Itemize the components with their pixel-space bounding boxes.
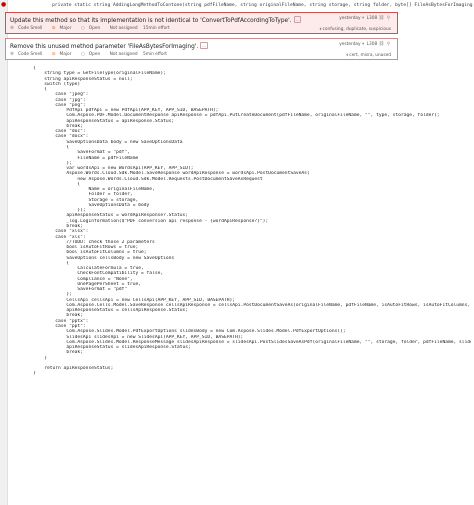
issue-tags[interactable]: ⬧cert, misra, unused	[346, 52, 391, 58]
filter-icon[interactable]: ⚲	[387, 16, 390, 21]
issue-more-tag[interactable]: ...	[200, 42, 209, 49]
code-viewer: { string type = GetFileType(originalFile…	[11, 66, 471, 377]
issue-meta-right: yesterday ▾ L308 ⛓ ⚲	[339, 16, 391, 21]
editor-gutter: ●	[0, 0, 8, 505]
issue-tags[interactable]: ⬧confusing, duplicate, suspicious	[320, 26, 392, 32]
issue-status[interactable]: ○ Open	[81, 52, 104, 57]
link-icon[interactable]: ⛓	[379, 16, 385, 21]
issue-meta-right: yesterday ▾ L308 ⛓ ⚲	[339, 42, 391, 47]
issue-type[interactable]: ☢ Code Smell	[10, 52, 46, 57]
issue-more-tag[interactable]: ...	[293, 16, 302, 23]
issue-status[interactable]: ○ Open	[81, 26, 104, 31]
filter-icon[interactable]: ⚲	[387, 42, 390, 47]
method-signature-line: private static string AddingLongMethodTo…	[0, 0, 474, 11]
issue-title[interactable]: Remove this unused method parameter 'Fil…	[10, 42, 209, 50]
issue-type[interactable]: ☢ Code Smell	[10, 26, 46, 31]
issue-severity[interactable]: ⊙ Major	[52, 52, 76, 57]
issue-title[interactable]: Update this method so that its implement…	[10, 16, 302, 24]
issue-assignee[interactable]: Not assigned	[110, 26, 138, 31]
issue-line[interactable]: L308	[367, 16, 378, 21]
issue-card-2[interactable]: Remove this unused method parameter 'Fil…	[5, 38, 398, 60]
issue-meta-row: ☢ Code Smell ⊙ Major ○ Open Not assigned 5m…	[10, 52, 171, 57]
issue-effort[interactable]: 5min effort	[143, 52, 167, 57]
open-status-icon: ○	[80, 26, 85, 31]
issue-date: yesterday	[339, 16, 361, 21]
issue-meta-row: ☢ Code Smell ⊙ Major ○ Open Not assigned 15…	[10, 26, 174, 31]
tag-icon: ⬧	[319, 27, 322, 32]
chevron-down-icon[interactable]: ▾	[362, 16, 364, 21]
code-line: }	[11, 371, 36, 377]
code-smell-icon: ☢	[10, 52, 15, 57]
chevron-down-icon[interactable]: ▾	[362, 42, 364, 47]
issue-date: yesterday	[339, 42, 361, 47]
issue-effort[interactable]: 15min effort	[143, 26, 170, 31]
major-severity-icon: ⊙	[51, 26, 56, 31]
issue-card-1[interactable]: Update this method so that its implement…	[5, 12, 398, 34]
link-icon[interactable]: ⛓	[379, 42, 385, 47]
tag-icon: ⬧	[346, 53, 349, 58]
open-status-icon: ○	[80, 52, 85, 57]
major-severity-icon: ⊙	[51, 52, 56, 57]
code-line: Com.Aspose.PDF.Model.DocumentResponse ap…	[11, 113, 440, 119]
code-line-signature: private static string AddingLongMethodTo…	[30, 3, 474, 8]
code-smell-icon: ☢	[10, 26, 15, 31]
issue-line[interactable]: L308	[367, 42, 378, 47]
issue-assignee[interactable]: Not assigned	[110, 52, 138, 57]
issue-severity[interactable]: ⊙ Major	[52, 26, 76, 31]
